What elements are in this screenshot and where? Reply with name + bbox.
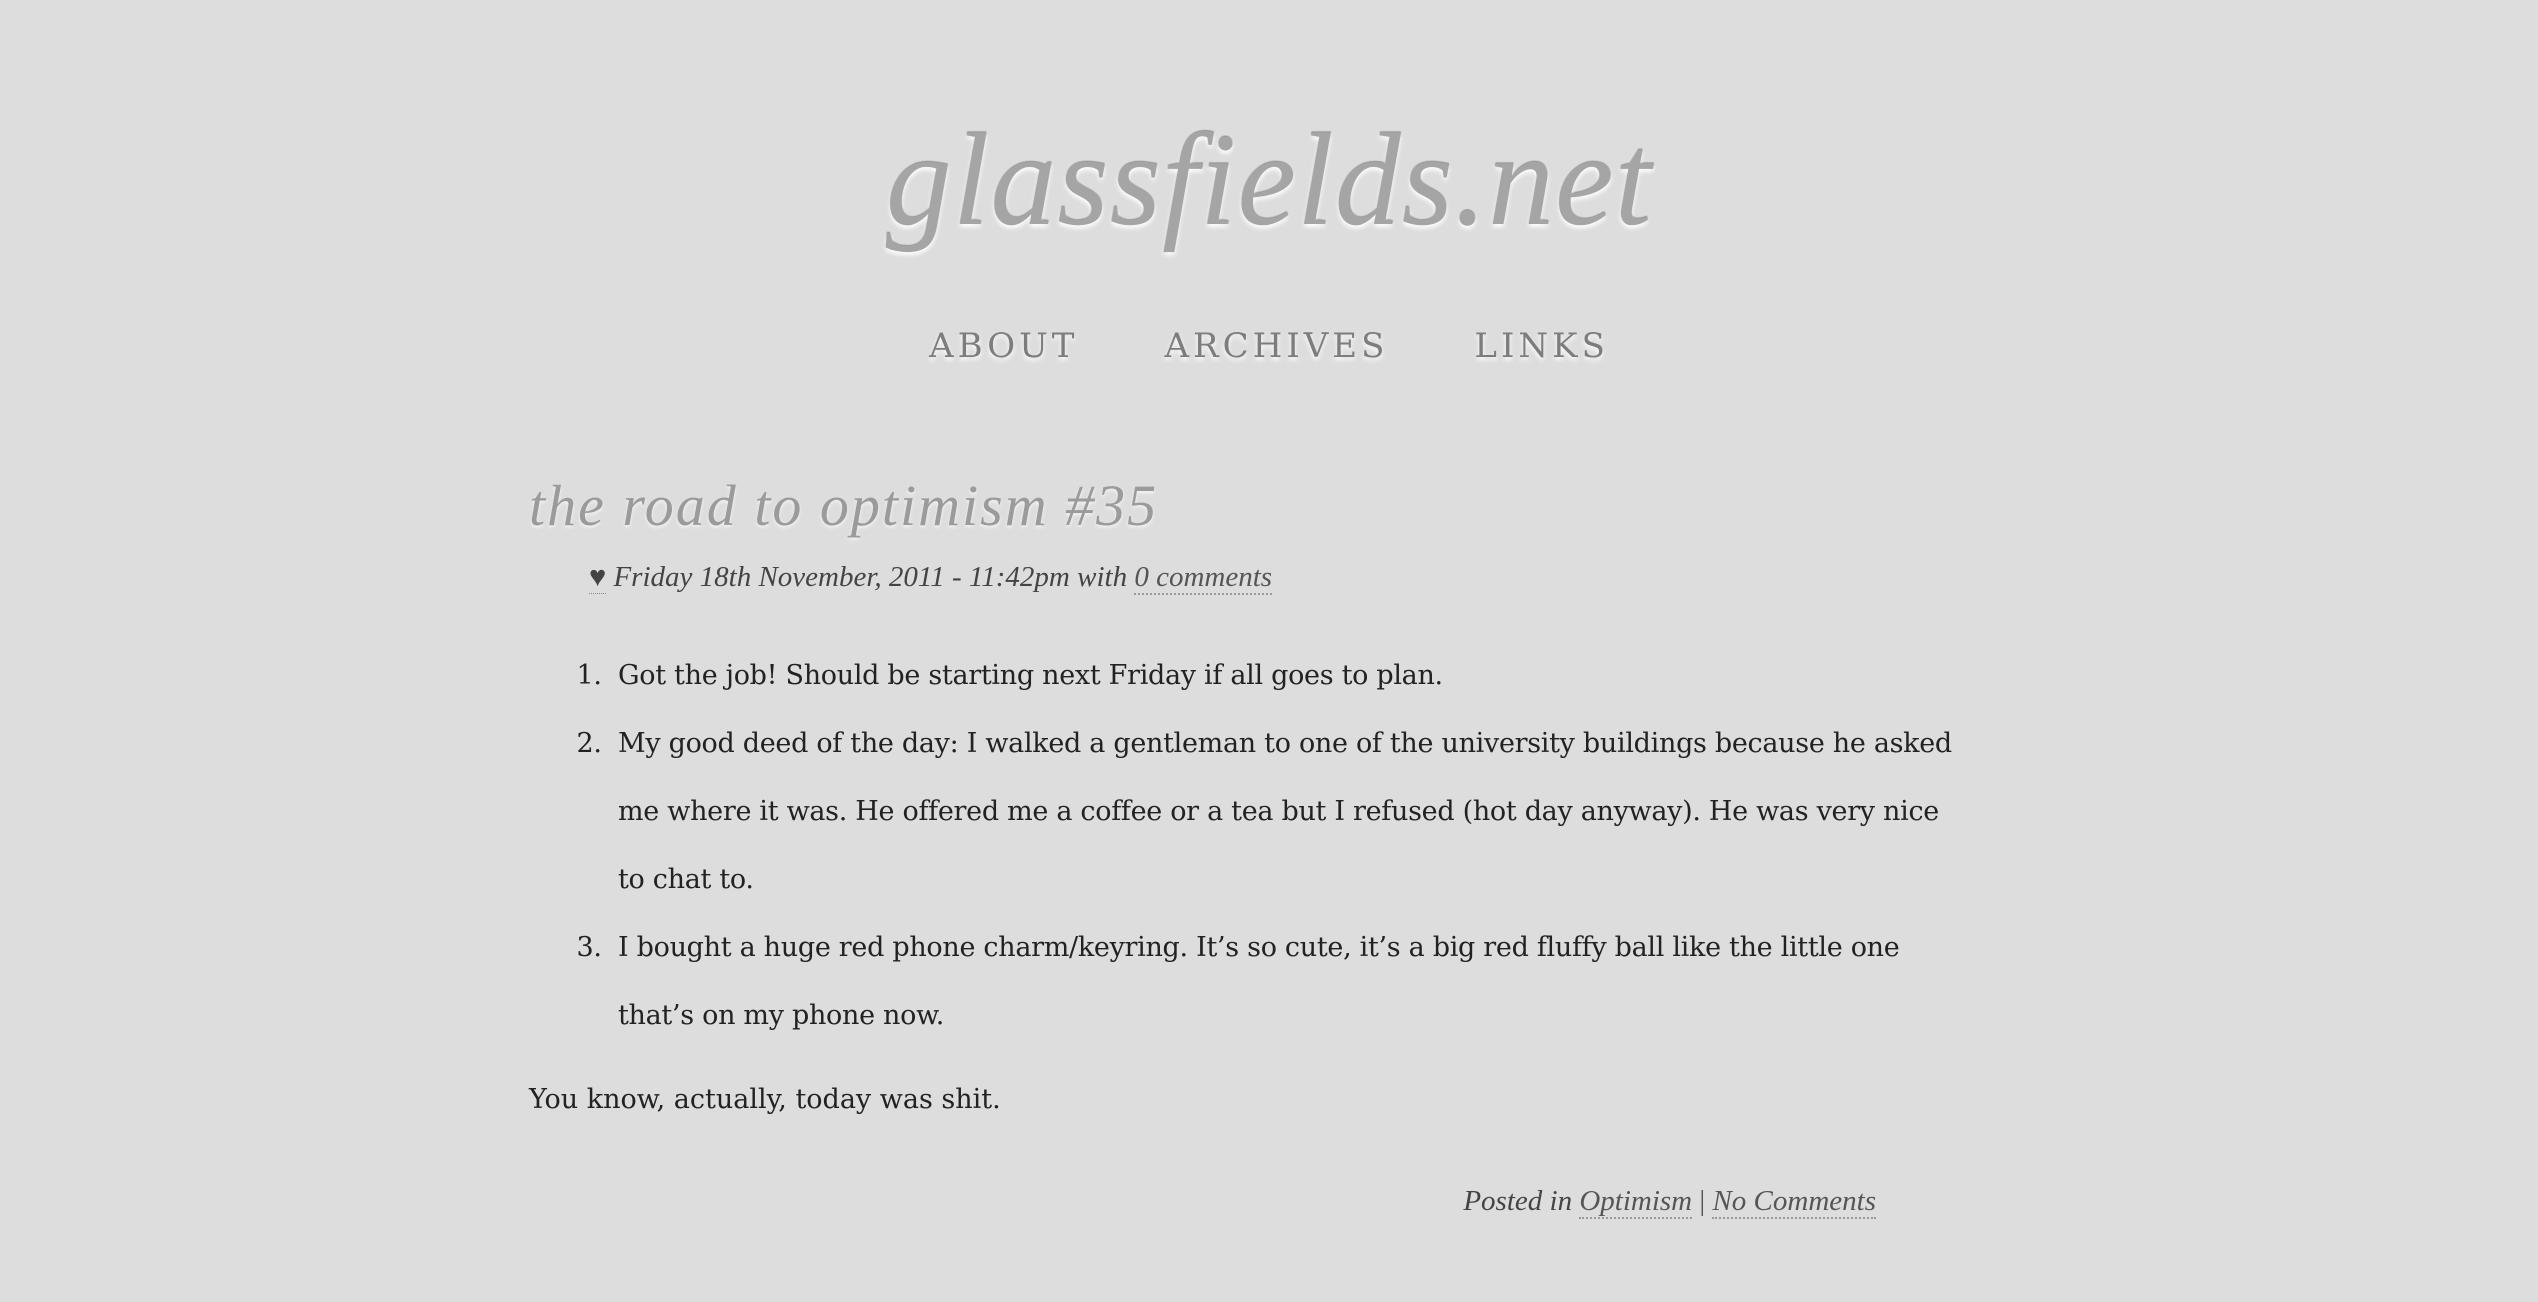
heart-icon[interactable]: ♥ bbox=[589, 561, 607, 594]
list-item: Got the job! Should be starting next Fri… bbox=[610, 642, 1958, 710]
post-closing-text: You know, actually, today was shit. bbox=[529, 1084, 1001, 1115]
nav-about-link[interactable]: ABOUT bbox=[929, 318, 1078, 374]
nav-links-link[interactable]: LINKS bbox=[1474, 318, 1608, 374]
footer-separator: | bbox=[1692, 1185, 1713, 1217]
no-comments-link[interactable]: No Comments bbox=[1712, 1185, 1876, 1219]
post-date: Friday 18th November, 2011 - 11:42pm wit… bbox=[606, 561, 1135, 593]
comments-count-link[interactable]: 0 comments bbox=[1134, 561, 1273, 595]
list-item: I bought a huge red phone charm/keyring.… bbox=[610, 914, 1958, 1050]
post-footer: Posted in Optimism | No Comments bbox=[1300, 1180, 1876, 1222]
post-title[interactable]: the road to optimism #35 bbox=[529, 462, 1961, 550]
post-list: Got the job! Should be starting next Fri… bbox=[529, 642, 1961, 1050]
post: the road to optimism #35 ♥ Friday 18th N… bbox=[529, 462, 1961, 1120]
main-nav: ABOUT ARCHIVES LINKS bbox=[0, 318, 2538, 374]
post-meta: ♥ Friday 18th November, 2011 - 11:42pm w… bbox=[589, 556, 1961, 598]
nav-archives-link[interactable]: ARCHIVES bbox=[1165, 318, 1389, 374]
site-title[interactable]: glassfields.net bbox=[0, 105, 2538, 255]
list-item: My good deed of the day: I walked a gent… bbox=[610, 710, 1958, 914]
category-link[interactable]: Optimism bbox=[1579, 1185, 1693, 1219]
posted-in-label: Posted in bbox=[1463, 1185, 1580, 1217]
